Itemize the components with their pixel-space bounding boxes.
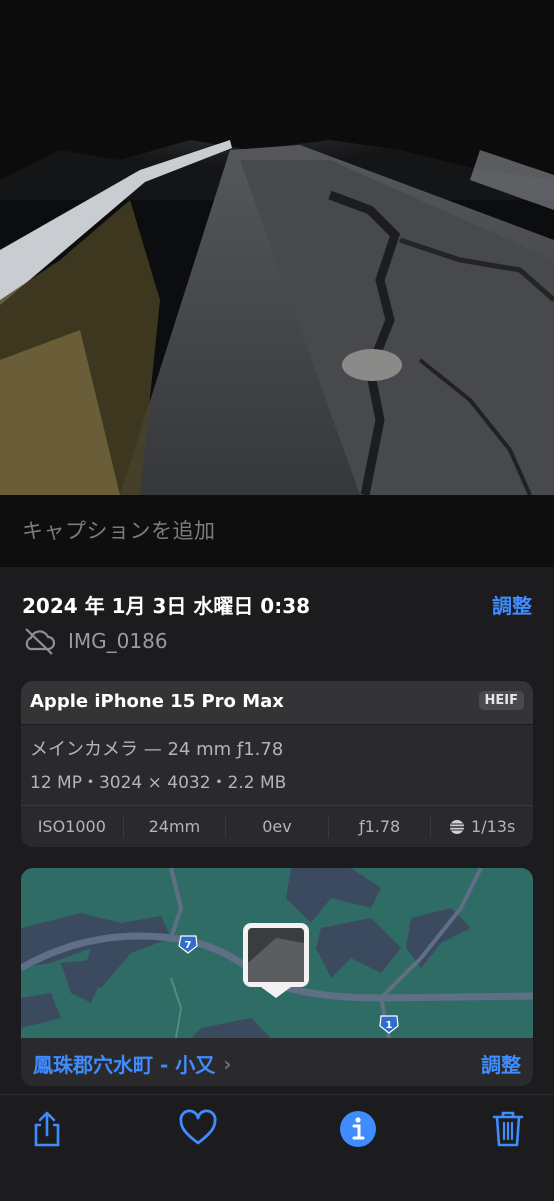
file-name: IMG_0186 — [68, 629, 168, 653]
heart-icon[interactable] — [178, 1109, 218, 1149]
caption-field[interactable]: キャプションを追加 — [22, 515, 216, 545]
format-badge: HEIF — [478, 691, 524, 710]
location-name[interactable]: 鳳珠郡穴水町 - 小又 — [33, 1049, 215, 1078]
map[interactable]: 7 1 — [21, 868, 533, 1039]
exif-aperture: ƒ1.78 — [329, 816, 432, 838]
camera-card-header: Apple iPhone 15 Pro Max HEIF — [21, 681, 533, 725]
chevron-right-icon: › — [223, 1051, 232, 1076]
exif-shutter-value: 1/13s — [471, 817, 516, 836]
device-name: Apple iPhone 15 Pro Max — [30, 691, 284, 712]
exif-focal-length: 24mm — [124, 816, 227, 838]
share-icon[interactable] — [27, 1109, 67, 1149]
info-icon[interactable] — [338, 1109, 378, 1149]
route-label-1: 1 — [386, 1020, 393, 1031]
shutter-icon — [450, 820, 465, 834]
bottom-toolbar — [0, 1094, 554, 1201]
map-card[interactable]: 7 1 鳳珠郡穴水町 - 小又 › 調整 — [21, 868, 533, 1086]
route-label-7: 7 — [185, 940, 192, 951]
image-specs: 12 MP・3024 × 4032・2.2 MB — [30, 773, 287, 793]
trash-icon[interactable] — [488, 1109, 528, 1149]
exif-iso: ISO1000 — [21, 816, 124, 838]
location-link[interactable]: 鳳珠郡穴水町 - 小又 › — [33, 1049, 231, 1078]
exif-shutter: 1/13s — [431, 816, 533, 838]
camera-info-card: Apple iPhone 15 Pro Max HEIF メインカメラ — 24… — [21, 681, 533, 847]
adjust-location-button[interactable]: 調整 — [481, 1049, 521, 1078]
lens-info: メインカメラ — 24 mm ƒ1.78 — [30, 739, 284, 760]
map-location-bar[interactable]: 鳳珠郡穴水町 - 小又 › 調整 — [21, 1038, 533, 1086]
cloud-off-icon — [25, 628, 56, 655]
photo[interactable] — [0, 0, 554, 495]
exif-exposure-value: 0ev — [226, 816, 329, 838]
photo-date: 2024 年 1月 3日 水曜日 0:38 — [22, 594, 311, 618]
photo-map-pin[interactable] — [243, 923, 309, 998]
file-row: IMG_0186 — [22, 626, 168, 656]
adjust-date-button[interactable]: 調整 — [492, 590, 532, 619]
exif-row: ISO1000 24mm 0ev ƒ1.78 1/13s — [21, 805, 533, 847]
